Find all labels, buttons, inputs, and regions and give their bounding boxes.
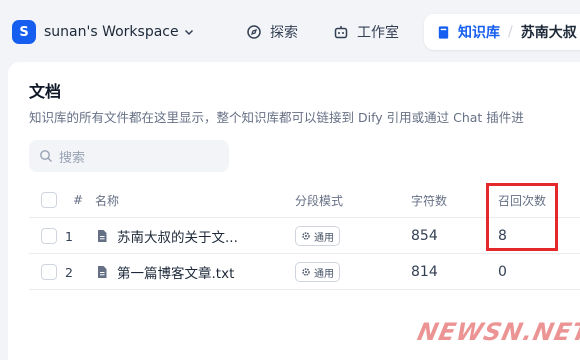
char-count: 854 (411, 228, 438, 244)
search-icon (40, 150, 52, 162)
nav-explore[interactable]: 探索 (246, 18, 298, 46)
nav-knowledge[interactable]: 知识库 / 苏南大叔 (424, 14, 580, 50)
compass-icon (247, 25, 261, 39)
row-checkbox[interactable] (41, 264, 57, 280)
chevron-down-icon (184, 29, 193, 36)
file-name[interactable]: 苏南大叔的关于文... (95, 218, 238, 254)
nav-studio-label: 工作室 (357, 25, 399, 41)
nav-explore-label: 探索 (270, 25, 298, 41)
col-chars: 字符数 (411, 193, 448, 208)
gear-icon (302, 232, 310, 240)
recall-count: 0 (498, 264, 507, 280)
mode-label: 通用 (314, 268, 334, 280)
mode-badge: 通用 (295, 262, 340, 282)
row-index: 1 (65, 228, 73, 244)
search-input[interactable]: 搜索 (29, 140, 229, 172)
col-index: # (73, 193, 84, 207)
workspace-switcher[interactable]: S sunan's Workspace (12, 19, 195, 45)
workspace-avatar: S (12, 20, 36, 44)
file-name[interactable]: 第一篇博客文章.txt (95, 254, 234, 290)
col-mode: 分段模式 (295, 193, 344, 208)
watermark: NEWSN.NET (415, 318, 580, 346)
file-name-label: 第一篇博客文章.txt (117, 266, 235, 282)
book-icon (438, 25, 449, 39)
col-name: 名称 (95, 193, 120, 208)
char-count: 814 (411, 264, 438, 280)
nav-studio[interactable]: 工作室 (333, 18, 399, 46)
robot-icon (334, 26, 348, 39)
highlight-annotation (486, 183, 558, 251)
row-checkbox[interactable] (41, 228, 57, 244)
gear-icon (302, 268, 310, 276)
table-row[interactable]: 2 第一篇博客文章.txt 通用 814 0 (29, 254, 580, 290)
top-bar: S sunan's Workspace 探索 工作室 知识库 / 苏南大叔 (0, 0, 580, 62)
current-dataset-name[interactable]: 苏南大叔 (521, 22, 577, 42)
mode-badge: 通用 (295, 226, 340, 246)
page-title: 文档 (29, 82, 62, 101)
nav-knowledge-label: 知识库 (458, 25, 500, 41)
page-description: 知识库的所有文件都在这里显示，整个知识库都可以链接到 Dify 引用或通过 Ch… (29, 110, 524, 125)
select-all-checkbox[interactable] (41, 192, 57, 208)
document-icon (98, 230, 107, 242)
search-placeholder: 搜索 (59, 150, 86, 166)
file-name-label: 苏南大叔的关于文... (117, 230, 238, 246)
mode-label: 通用 (314, 232, 334, 244)
breadcrumb-separator: / (508, 24, 513, 40)
workspace-name: sunan's Workspace (44, 24, 179, 40)
document-icon (98, 266, 107, 278)
row-index: 2 (65, 264, 73, 280)
